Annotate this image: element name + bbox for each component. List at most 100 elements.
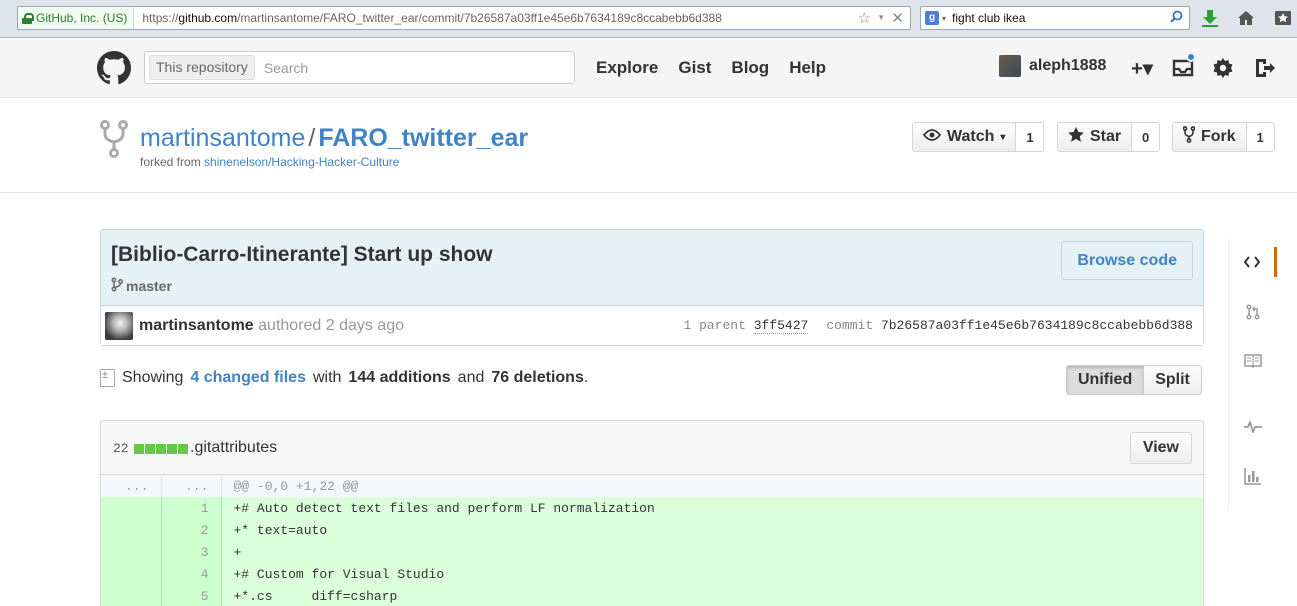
diff-summary: Showing 4 changed files with 144 additio…: [100, 369, 588, 387]
wiki-icon[interactable]: [1229, 346, 1277, 376]
hunk-header: @@ -0,0 +1,22 @@: [221, 475, 1203, 497]
file-diff-icon: [100, 369, 115, 387]
diff-line: 4 +# Custom for Visual Studio: [101, 563, 1203, 585]
new-line-number[interactable]: 5: [161, 585, 222, 606]
pulse-icon[interactable]: [1229, 412, 1277, 442]
site-header: This repository Search Explore Gist Blog…: [0, 39, 1297, 98]
watch-button[interactable]: Watch ▾: [912, 122, 1017, 152]
commit-branch[interactable]: master: [111, 277, 172, 295]
chevron-down-icon: ▾: [1000, 131, 1006, 143]
site-search-input[interactable]: Search: [264, 60, 308, 76]
avatar[interactable]: [999, 55, 1021, 77]
notifications-inbox-icon[interactable]: [1170, 52, 1196, 81]
star-count[interactable]: 0: [1132, 122, 1161, 152]
bookmarks-icon[interactable]: [1272, 7, 1294, 29]
file-header: 22 .gitattributes View: [101, 421, 1203, 475]
fork-button[interactable]: Fork: [1172, 122, 1247, 152]
summary-end: .: [583, 369, 589, 386]
search-icon[interactable]: [1170, 10, 1183, 27]
changed-files-link[interactable]: 4 changed files: [190, 369, 306, 387]
home-icon[interactable]: [1235, 7, 1257, 29]
showing-label: Showing: [122, 369, 184, 386]
file-diff: 22 .gitattributes View ... ... @@ -0,0 +…: [100, 420, 1204, 606]
username[interactable]: aleph1888: [1029, 57, 1106, 75]
nav-blog[interactable]: Blog: [731, 58, 769, 78]
commit-meta: martinsantome authored 2 days ago 1 pare…: [101, 306, 1203, 345]
pull-request-icon[interactable]: [1229, 297, 1277, 327]
site-identity-label: GitHub, Inc. (US): [36, 11, 128, 25]
dropdown-arrow-icon[interactable]: ▾: [879, 9, 884, 27]
create-new-button[interactable]: +▾: [1127, 55, 1157, 81]
diff-view-toggle: Unified Split: [1066, 365, 1202, 395]
hunk-header-row: ... ... @@ -0,0 +1,22 @@: [101, 475, 1203, 497]
avatar[interactable]: [105, 312, 133, 340]
nav-explore[interactable]: Explore: [596, 58, 658, 78]
star-label: Star: [1090, 128, 1122, 145]
repo-owner-link[interactable]: martinsantome: [140, 124, 305, 152]
address-bar[interactable]: GitHub, Inc. (US) https://github.com/mar…: [17, 6, 911, 30]
diffstat-bar: [134, 444, 188, 454]
hunk-expander-new[interactable]: ...: [161, 475, 222, 497]
user-menu[interactable]: aleph1888: [999, 55, 1106, 77]
repo-side-nav: [1228, 238, 1277, 510]
watch-count[interactable]: 1: [1016, 122, 1045, 152]
url-text[interactable]: https://github.com/martinsantome/FARO_tw…: [134, 11, 857, 25]
old-line-number: [101, 541, 162, 563]
forked-from-label: forked from: [140, 155, 205, 169]
watch-group: Watch ▾ 1: [912, 122, 1045, 152]
new-line-number[interactable]: 1: [161, 497, 222, 519]
gear-icon[interactable]: [1210, 55, 1236, 81]
fork-count[interactable]: 1: [1246, 122, 1275, 152]
commit-info: commit 7b26587a03ff1e45e6b7634189c8ccabe…: [826, 318, 1193, 333]
diff-code: +* text=auto: [221, 519, 1203, 541]
github-logo-icon[interactable]: [97, 51, 131, 85]
diff-code: +: [221, 541, 1203, 563]
parent-sha-link[interactable]: 3ff5427: [753, 318, 809, 334]
split-view-button[interactable]: Split: [1144, 365, 1202, 395]
star-group: Star 0: [1057, 122, 1161, 152]
branch-name: master: [126, 278, 172, 294]
forked-from-text: forked from shinenelson/Hacking-Hacker-C…: [140, 155, 399, 169]
download-icon[interactable]: [1199, 7, 1221, 29]
star-button[interactable]: Star: [1057, 122, 1133, 152]
repo-forked-icon: [100, 120, 128, 158]
graphs-icon[interactable]: [1229, 461, 1277, 491]
new-line-number[interactable]: 3: [161, 541, 222, 563]
parent-label: 1 parent: [683, 318, 746, 333]
main-nav: Explore Gist Blog Help: [596, 58, 826, 78]
commit-box: [Biblio-Carro-Itinerante] Start up show …: [100, 229, 1204, 346]
view-file-button[interactable]: View: [1129, 432, 1192, 464]
file-name[interactable]: .gitattributes: [190, 439, 277, 457]
browser-search-input[interactable]: fight club ikea: [952, 11, 1170, 25]
with-label: with: [312, 369, 342, 386]
bookmark-star-icon[interactable]: ☆: [857, 9, 870, 27]
hunk-expander-old[interactable]: ...: [101, 475, 162, 497]
old-line-number: [101, 497, 162, 519]
sign-out-icon[interactable]: [1251, 55, 1277, 81]
chevron-down-icon[interactable]: ▾: [942, 14, 946, 23]
repo-name-link[interactable]: FARO_twitter_ear: [318, 124, 528, 152]
commit-sha: 7b26587a03ff1e45e6b7634189c8ccabebb6d388: [880, 318, 1193, 333]
nav-gist[interactable]: Gist: [678, 58, 711, 78]
code-icon[interactable]: [1229, 247, 1277, 277]
fork-group: Fork 1: [1172, 122, 1275, 152]
diff-line: 2 +* text=auto: [101, 519, 1203, 541]
new-line-number[interactable]: 2: [161, 519, 222, 541]
site-search-field[interactable]: This repository Search: [144, 51, 575, 84]
close-icon[interactable]: ✕: [891, 9, 904, 27]
author-link[interactable]: martinsantome: [139, 317, 254, 334]
url-path: /martinsantome/FARO_twitter_ear/commit/7…: [237, 11, 722, 25]
nav-help[interactable]: Help: [789, 58, 826, 78]
new-line-number[interactable]: 4: [161, 563, 222, 585]
browser-search-bar[interactable]: g ▾ fight club ikea: [920, 6, 1190, 30]
commit-header: [Biblio-Carro-Itinerante] Start up show …: [101, 230, 1203, 306]
branch-icon: [111, 277, 123, 295]
browse-code-button[interactable]: Browse code: [1061, 241, 1193, 280]
site-identity[interactable]: GitHub, Inc. (US): [18, 7, 135, 29]
commit-author: martinsantome authored 2 days ago: [139, 317, 404, 335]
search-scope-badge[interactable]: This repository: [149, 55, 255, 80]
google-icon[interactable]: g: [925, 11, 939, 25]
commit-title: [Biblio-Carro-Itinerante] Start up show: [111, 243, 493, 266]
unified-view-button[interactable]: Unified: [1066, 365, 1145, 395]
forked-from-link[interactable]: shinenelson/Hacking-Hacker-Culture: [204, 155, 399, 169]
